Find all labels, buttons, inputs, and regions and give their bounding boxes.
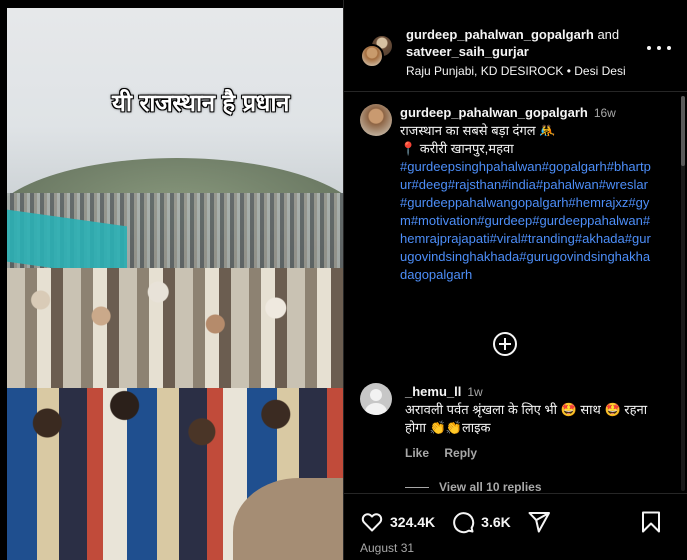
comment-icon — [453, 512, 475, 534]
video-overlay-text: यी राजस्थान है प्रधान — [112, 89, 289, 117]
comment-reply-button[interactable]: Reply — [444, 446, 477, 460]
comment-username[interactable]: _hemu_ll — [405, 384, 461, 399]
post-actions: 324.4K 3.6K — [360, 510, 573, 534]
replies-divider — [405, 486, 429, 488]
comment-like-button[interactable]: Like — [405, 446, 429, 460]
view-replies-label: View all 10 replies — [439, 480, 542, 493]
avatar[interactable] — [360, 44, 384, 68]
more-horizontal-icon — [647, 46, 651, 50]
post-footer: 324.4K 3.6K August 31 — [344, 493, 687, 560]
author-link-2[interactable]: satveer_saih_gurjar — [406, 44, 529, 59]
share-icon — [528, 512, 550, 533]
author-join-text: and — [597, 27, 620, 42]
bookmark-icon — [642, 511, 660, 533]
avatar[interactable] — [360, 104, 392, 136]
heart-icon — [361, 513, 383, 532]
caption-time[interactable]: 16w — [594, 106, 616, 120]
post-header: gurdeep_pahalwan_gopalgarh and satveer_s… — [344, 0, 687, 92]
post-caption: gurdeep_pahalwan_gopalgarh 16w राजस्थान क… — [400, 104, 652, 284]
avatar[interactable] — [360, 383, 392, 415]
post-date[interactable]: August 31 — [360, 541, 414, 555]
more-options-button[interactable] — [647, 38, 671, 58]
collab-avatars[interactable] — [360, 34, 394, 68]
comment-text: अरावली पर्वत श्रृंखला के लिए भी 🤩 साथ 🤩 … — [405, 402, 648, 435]
comment-count: 3.6K — [481, 514, 511, 530]
post-details-panel: gurdeep_pahalwan_gopalgarh and satveer_s… — [343, 0, 687, 560]
view-replies-button[interactable]: View all 10 replies — [405, 480, 542, 493]
scrollbar[interactable] — [681, 96, 685, 491]
like-count: 324.4K — [390, 514, 436, 530]
post-media[interactable]: यी राजस्थान है प्रधान — [0, 0, 343, 560]
load-more-comments-button[interactable] — [493, 332, 517, 356]
comment: _hemu_ll 1w अरावली पर्वत श्रृंखला के लिए … — [405, 383, 655, 437]
caption-line-2: 📍 करीरी खानपुर,महवा — [400, 141, 514, 156]
comment-action[interactable]: 3.6K — [451, 510, 511, 534]
author-link-1[interactable]: gurdeep_pahalwan_gopalgarh — [406, 27, 594, 42]
caption-username[interactable]: gurdeep_pahalwan_gopalgarh — [400, 105, 588, 120]
caption-hashtags[interactable]: #gurdeepsinghpahalwan#gopalgarh#bhartpur… — [400, 158, 652, 284]
share-action[interactable] — [527, 510, 557, 534]
stadium-crowd-photo: यी राजस्थान है प्रधान — [7, 8, 343, 560]
post-authors: gurdeep_pahalwan_gopalgarh and satveer_s… — [406, 26, 646, 60]
save-button[interactable] — [640, 510, 662, 539]
caption-line-1: राजस्थान का सबसे बड़ा दंगल 🤼 — [400, 123, 556, 138]
audio-link[interactable]: Raju Punjabi, KD DESIROCK • Desi Desi — [406, 64, 626, 78]
comments-scroll-area[interactable]: gurdeep_pahalwan_gopalgarh 16w राजस्थान क… — [344, 93, 687, 493]
comment-actions: Like Reply — [405, 446, 489, 460]
like-action[interactable]: 324.4K — [360, 510, 435, 534]
comment-time[interactable]: 1w — [467, 385, 482, 399]
